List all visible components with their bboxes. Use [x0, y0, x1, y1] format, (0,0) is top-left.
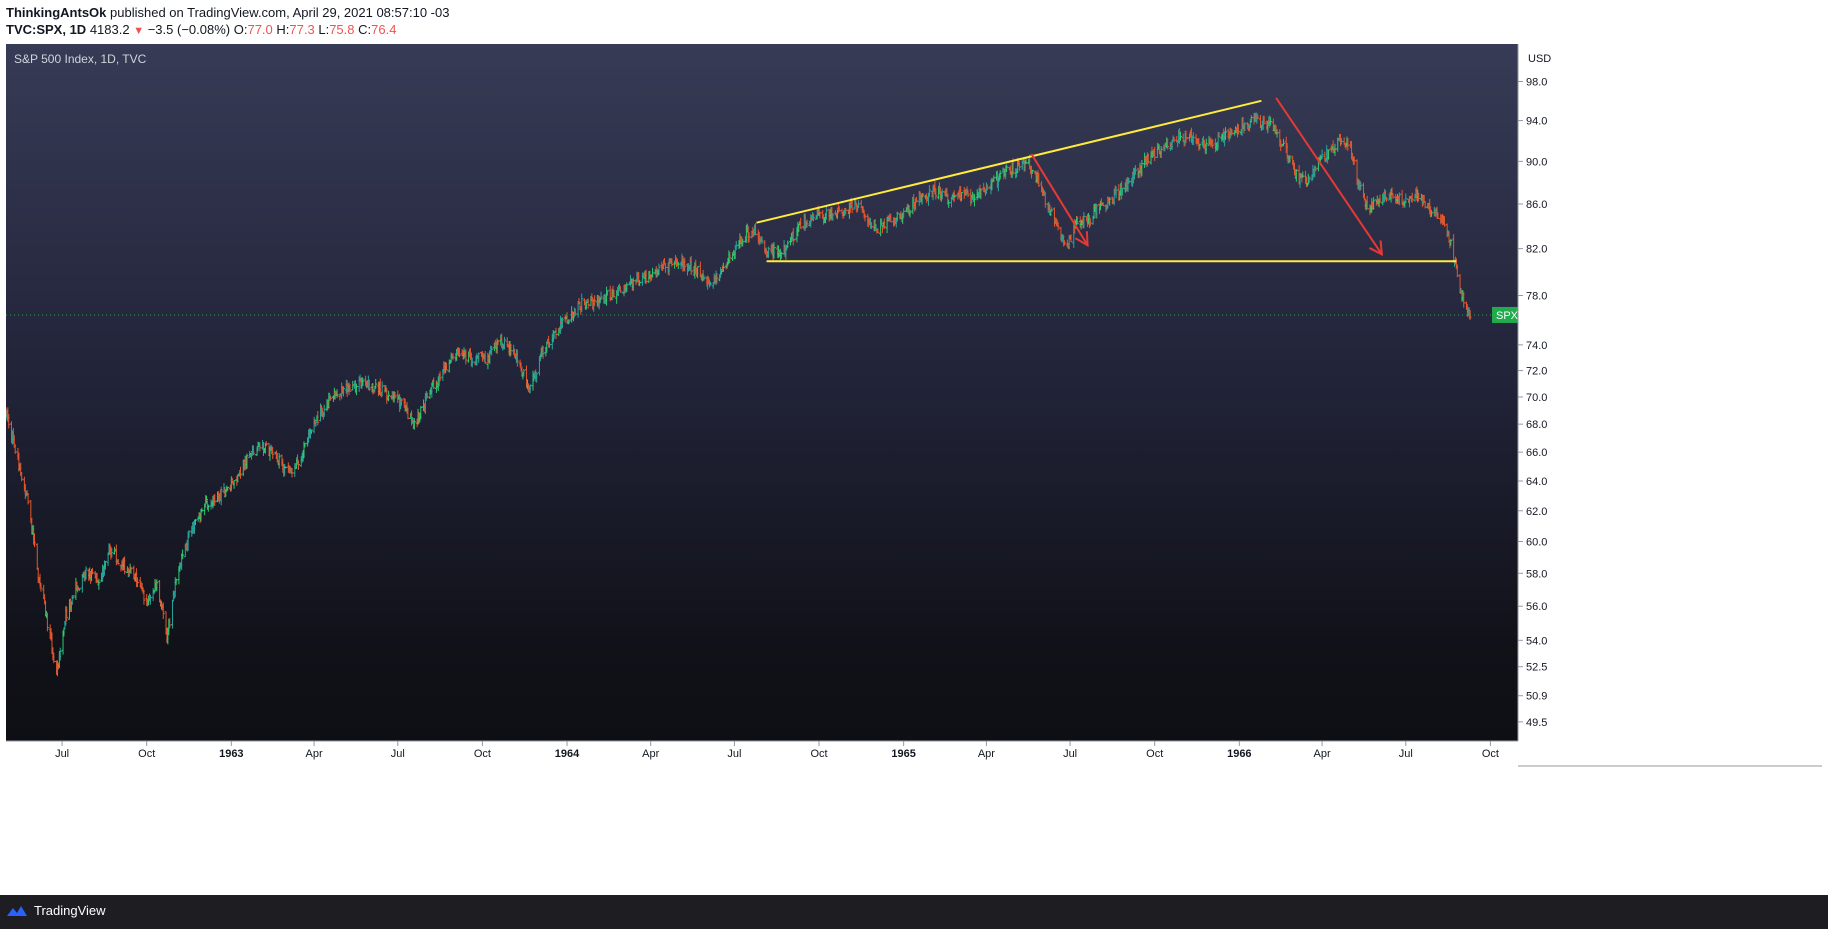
x-tick-label: Oct	[138, 748, 155, 760]
x-tick-label: Oct	[474, 748, 491, 760]
x-tick-label: Oct	[1146, 748, 1163, 760]
tradingview-brand[interactable]: TradingView	[6, 903, 106, 918]
y-tick-label: 94.0	[1526, 116, 1547, 128]
price-chart[interactable]: SPX – 76.4 49.5 50.9 52.5 54.0 56.0 58.0 60.0 6…	[6, 44, 1822, 895]
y-tick-label: 56.0	[1526, 601, 1547, 613]
x-tick-label: Jul	[727, 748, 741, 760]
last-price: 4183.2	[89, 22, 130, 37]
y-tick-label: 90.0	[1526, 156, 1547, 168]
x-tick-label: Apr	[1314, 748, 1331, 760]
down-arrow-1	[1030, 153, 1089, 246]
y-tick-label: 58.0	[1526, 568, 1547, 580]
open-label: O:	[233, 22, 248, 37]
axes: 49.5 50.9 52.5 54.0 56.0 58.0 60.0 62.0 64.0 66.0…	[6, 44, 1822, 895]
high-value: 77.3	[289, 22, 315, 37]
x-tick-label: 1964	[555, 748, 580, 760]
x-tick-label: Apr	[306, 748, 323, 760]
x-tick-label: Oct	[1482, 748, 1499, 760]
x-tick-label: 1966	[1227, 748, 1251, 760]
time-axis-panel	[6, 741, 1822, 895]
y-tick-label: 74.0	[1526, 340, 1547, 352]
published-text: published on TradingView.com, April 29, …	[110, 5, 450, 20]
x-tick-label: 1963	[219, 748, 243, 760]
low-value: 75.8	[329, 22, 355, 37]
y-tick-label: 82.0	[1526, 244, 1547, 256]
arrow-head-1	[1074, 231, 1089, 247]
symbol-line: TVC:SPX, 1D 4183.2 ▼ −3.5 (−0.08%) O:77.…	[6, 22, 396, 37]
y-tick-label: 68.0	[1526, 419, 1547, 431]
x-tick-label: Apr	[642, 748, 659, 760]
y-tick-label: 64.0	[1526, 476, 1547, 488]
close-label: C:	[358, 22, 372, 37]
high-label: H:	[276, 22, 290, 37]
y-tick-label: 70.0	[1526, 392, 1547, 404]
footer-bar: TradingView	[0, 895, 1828, 929]
y-tick-label: 98.0	[1526, 77, 1547, 89]
x-tick-label: Apr	[978, 748, 995, 760]
down-triangle-icon: ▼	[133, 25, 145, 37]
y-tick-label: 50.9	[1526, 691, 1547, 703]
y-tick-label: 62.0	[1526, 506, 1547, 518]
x-tick-label: Jul	[1399, 748, 1413, 760]
chart-area[interactable]: SPX – 76.4 49.5 50.9 52.5 54.0 56.0 58.0 60.0 6…	[6, 44, 1822, 895]
low-label: L:	[318, 22, 330, 37]
symbol: TVC:SPX, 1D	[6, 22, 87, 37]
tradingview-logo-icon	[7, 905, 27, 916]
drawings: SPX – 76.4	[6, 97, 1554, 323]
x-tick-label: 1965	[891, 748, 915, 760]
y-tick-label: 60.0	[1526, 537, 1547, 549]
price-bars	[6, 112, 1472, 677]
upper-trendline	[756, 99, 1262, 224]
y-tick-label: 66.0	[1526, 447, 1547, 459]
open-value: 77.0	[247, 22, 273, 37]
y-tick-label: 54.0	[1526, 635, 1547, 647]
close-value: 76.4	[371, 22, 397, 37]
brand-name: TradingView	[34, 903, 106, 918]
y-tick-label: 72.0	[1526, 366, 1547, 378]
y-tick-label: 52.5	[1526, 662, 1547, 674]
y-tick-label: 86.0	[1526, 199, 1547, 211]
publisher-line: ThinkingAntsOk published on TradingView.…	[6, 5, 449, 20]
price-axis-panel	[1518, 44, 1822, 766]
x-tick-label: Jul	[1063, 748, 1077, 760]
publisher-name[interactable]: ThinkingAntsOk	[6, 5, 106, 20]
y-tick-label: 78.0	[1526, 291, 1547, 303]
currency-label: USD	[1528, 53, 1551, 65]
x-tick-label: Jul	[391, 748, 405, 760]
x-tick-label: Jul	[55, 748, 69, 760]
y-tick-label: 49.5	[1526, 717, 1547, 729]
down-arrow-2	[1275, 97, 1383, 255]
price-change: −3.5 (−0.08%)	[147, 22, 231, 37]
publication-header: ThinkingAntsOk published on TradingView.…	[0, 0, 1828, 44]
chart-title: S&P 500 Index, 1D, TVC	[14, 52, 147, 66]
x-tick-label: Oct	[810, 748, 827, 760]
